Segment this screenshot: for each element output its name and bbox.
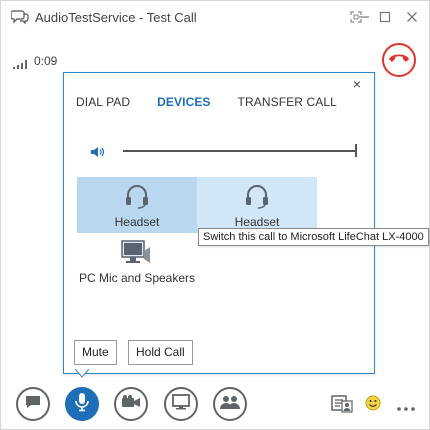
signal-bars-icon	[13, 56, 29, 69]
headset-icon	[243, 183, 271, 212]
device-label: Headset	[114, 215, 160, 229]
device-tooltip: Switch this call to Microsoft LifeChat L…	[198, 228, 429, 246]
devices-popup: × DIAL PAD DEVICES TRANSFER CALL Headset…	[63, 72, 375, 374]
device-headset-hover[interactable]: Headset	[197, 177, 317, 233]
popup-pointer	[75, 369, 89, 378]
hang-up-icon	[388, 51, 410, 69]
microphone-button[interactable]	[65, 387, 99, 421]
volume-slider-track[interactable]	[123, 150, 357, 152]
present-screen-icon	[172, 393, 190, 415]
chat-bubbles-icon	[10, 9, 29, 25]
more-options-button[interactable]	[396, 399, 416, 417]
monitor-speaker-icon	[120, 239, 154, 270]
device-headset-selected[interactable]: Headset	[77, 177, 197, 233]
speaker-icon	[90, 145, 106, 157]
hang-up-button[interactable]	[382, 43, 416, 77]
popup-tabs: DIAL PAD DEVICES TRANSFER CALL	[76, 95, 364, 109]
device-pc-mic-speakers[interactable]: PC Mic and Speakers	[77, 233, 197, 289]
participants-button[interactable]	[213, 387, 247, 421]
headset-icon	[123, 183, 151, 212]
video-button[interactable]	[114, 387, 148, 421]
title-bar: AudioTestService - Test Call	[1, 1, 430, 33]
chat-button[interactable]	[16, 387, 50, 421]
tab-devices[interactable]: DEVICES	[157, 95, 210, 109]
close-icon[interactable]	[401, 7, 423, 27]
call-window: AudioTestService - Test Call 0:09 × DIAL…	[0, 0, 430, 430]
present-button[interactable]	[164, 387, 198, 421]
tab-transfer-call[interactable]: TRANSFER CALL	[238, 95, 337, 109]
more-options-icon	[396, 399, 416, 417]
window-title: AudioTestService - Test Call	[35, 10, 197, 25]
device-label: PC Mic and Speakers	[78, 271, 196, 285]
popup-close-icon[interactable]: ×	[350, 77, 364, 91]
maximize-icon[interactable]	[374, 7, 396, 27]
participants-icon	[219, 394, 241, 415]
hold-call-button[interactable]: Hold Call	[128, 340, 193, 365]
call-duration: 0:09	[34, 54, 58, 68]
minimize-icon[interactable]	[353, 7, 375, 27]
emoji-icon	[365, 395, 381, 416]
video-camera-icon	[121, 394, 141, 414]
microphone-icon	[74, 392, 90, 417]
chat-icon	[24, 394, 42, 415]
contact-card-button[interactable]	[331, 393, 353, 418]
tab-dial-pad[interactable]: DIAL PAD	[76, 95, 130, 109]
device-label: Headset	[234, 215, 280, 229]
volume-slider-handle[interactable]	[355, 144, 357, 157]
contact-card-icon	[331, 393, 353, 418]
emoji-button[interactable]	[365, 395, 381, 416]
mute-button[interactable]: Mute	[74, 340, 117, 365]
